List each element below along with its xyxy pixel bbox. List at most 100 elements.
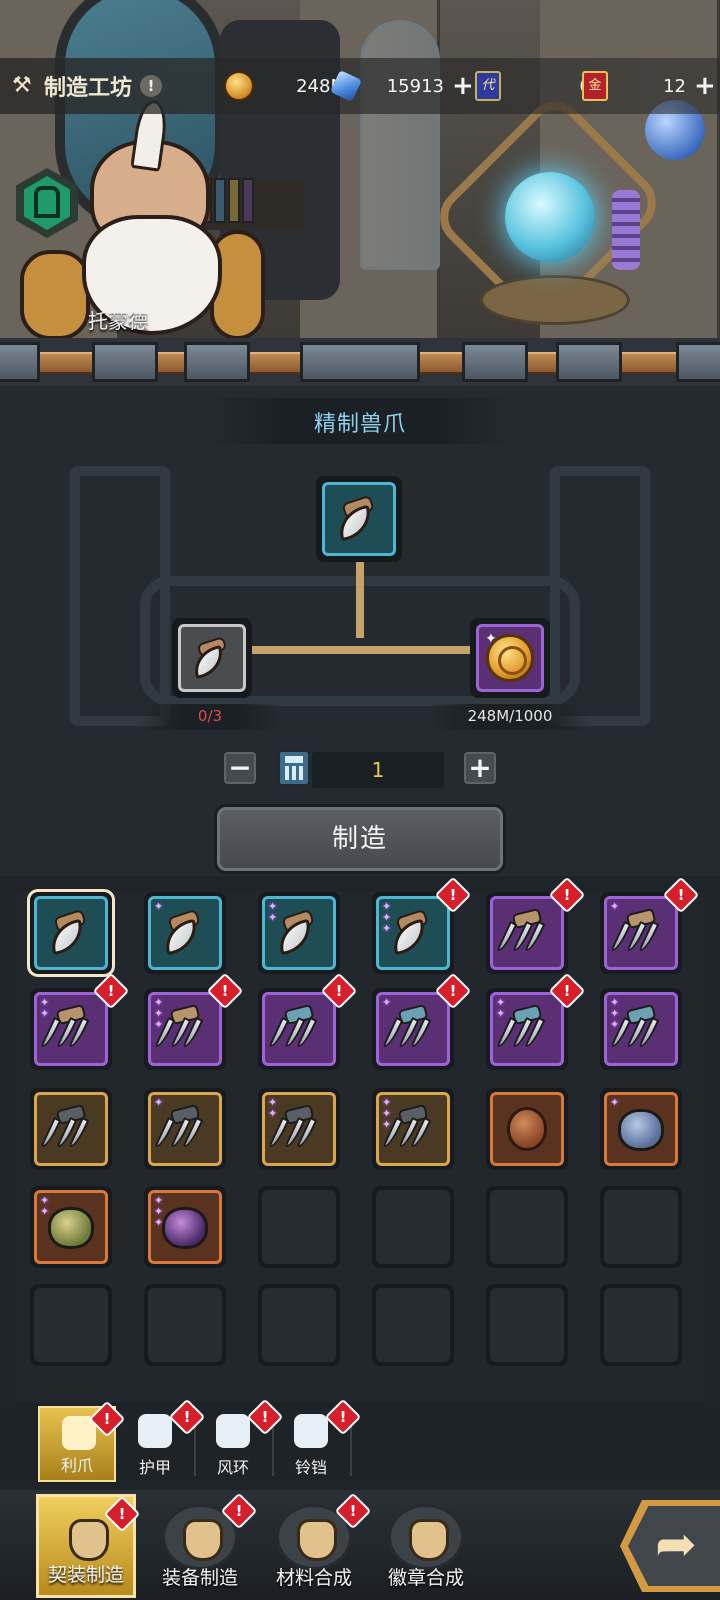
result-item-slot[interactable]: [316, 476, 402, 562]
tab-armor[interactable]: 护甲!: [116, 1398, 206, 1482]
tab-label: 风环: [216, 1458, 249, 1477]
item-slot[interactable]: ✦ ✦: [30, 1186, 112, 1268]
tab-bell[interactable]: 铃铛!: [272, 1398, 362, 1482]
npc-name: 托蒙德: [88, 309, 148, 333]
item-graphic: [161, 1206, 209, 1249]
star-rank: ✦ ✦: [268, 1097, 282, 1119]
triple-claw-icon: ✦: [376, 992, 450, 1066]
gold-count: 248M/1000: [467, 707, 553, 725]
item-slot[interactable]: [30, 1088, 112, 1170]
star-rank: ✦ ✦ ✦: [382, 1097, 396, 1130]
resource-bar: ⚒ 制造工坊 ! 248M 15913 + 代 0 金 12 +: [0, 58, 720, 114]
item-slot[interactable]: ✦!: [600, 876, 700, 974]
craft-button[interactable]: 制造: [214, 804, 506, 874]
ticket-icon: 代: [475, 71, 501, 101]
nav-helmet[interactable]: 装备制造!: [150, 1492, 258, 1598]
empty-slot-frame: [376, 1288, 450, 1362]
add-crystal-button[interactable]: +: [452, 73, 474, 99]
ring-icon: [216, 1414, 250, 1448]
star-icon: ✦: [154, 1216, 164, 1229]
red-card-icon: 金: [582, 71, 608, 101]
item-slot[interactable]: ✦ ✦ ✦!: [144, 972, 244, 1070]
beetle-claw-icon: [490, 1092, 564, 1166]
tab-label: 利爪: [60, 1456, 93, 1475]
tab-claw[interactable]: 利爪!: [38, 1400, 126, 1482]
nav-badge[interactable]: 徽章合成: [376, 1494, 476, 1598]
creature-claw-icon: ✦: [604, 1092, 678, 1166]
star-icon: ✦: [382, 922, 392, 935]
star-icon: ✦: [268, 1107, 278, 1120]
item-slot[interactable]: [486, 1088, 568, 1170]
item-slot[interactable]: ✦ ✦!: [486, 972, 586, 1070]
magic-orb: [505, 172, 595, 262]
claw-graphic: [335, 494, 384, 542]
tesla-coil: [612, 190, 640, 270]
triple-claw-icon: ✦ ✦: [262, 1092, 336, 1166]
star-icon: ✦: [382, 996, 392, 1009]
claw-icon: ✦ ✦ ✦: [376, 896, 450, 970]
ticket-value: 0: [501, 76, 591, 97]
empty-slot: [600, 1284, 682, 1366]
increase-quantity-button[interactable]: +: [464, 752, 496, 784]
item-slot[interactable]: ✦ ✦!: [30, 972, 130, 1070]
empty-slot: [486, 1284, 568, 1366]
empty-slot-frame: [262, 1190, 336, 1264]
forward-arrow-icon: ➦: [655, 1515, 697, 1573]
nav-paw[interactable]: 契装制造!: [36, 1494, 141, 1598]
creature-claw-icon: ✦ ✦: [34, 1190, 108, 1264]
item-slot[interactable]: ✦: [144, 1088, 226, 1170]
refined-claw-icon: [322, 482, 396, 556]
item-graphic: [617, 1108, 665, 1151]
coin-icon: [224, 71, 254, 101]
belt-cap: [676, 342, 720, 382]
exclamation-icon[interactable]: !: [140, 75, 163, 97]
quantity-input[interactable]: 1: [312, 752, 444, 788]
star-rank: ✦: [154, 1097, 168, 1108]
gold-cost-slot[interactable]: ✦: [470, 618, 550, 698]
empty-slot-frame: [376, 1190, 450, 1264]
nav-crystal-shard[interactable]: 材料合成!: [264, 1492, 372, 1598]
claw-graphic: [190, 635, 235, 679]
decrease-quantity-button[interactable]: −: [224, 752, 256, 784]
creature-claw-icon: ✦ ✦ ✦: [148, 1190, 222, 1264]
empty-slot: [258, 1284, 340, 1366]
star-rank: ✦ ✦: [496, 997, 510, 1019]
star-icon: ✦: [610, 900, 620, 913]
calculator-icon[interactable]: [278, 750, 310, 786]
star-rank: ✦ ✦ ✦: [154, 1195, 168, 1228]
crystal-value: 15913: [386, 75, 444, 97]
add-red-card-button[interactable]: +: [694, 73, 716, 99]
empty-slot: [258, 1186, 340, 1268]
sparkle-icon: ✦: [485, 631, 497, 647]
item-slot[interactable]: ✦ ✦ ✦: [600, 988, 682, 1070]
item-slot[interactable]: ✦ ✦ ✦!: [372, 876, 472, 974]
item-graphic: [610, 907, 666, 956]
ticket-resource: 代 0: [475, 70, 591, 102]
item-graphic: [496, 907, 552, 956]
nav-label: 材料合成: [275, 1567, 352, 1589]
crystal-resource: 15913 +: [330, 70, 474, 102]
tab-ring[interactable]: 风环!: [194, 1398, 284, 1482]
item-slot[interactable]: ✦: [600, 1088, 682, 1170]
empty-slot-frame: [490, 1190, 564, 1264]
recipe-connector: [356, 560, 364, 638]
item-slot[interactable]: !: [258, 972, 358, 1070]
belt-cap: [0, 342, 40, 382]
item-slot[interactable]: ✦ ✦ ✦: [144, 1186, 226, 1268]
item-slot[interactable]: [30, 892, 112, 974]
item-slot[interactable]: ✦ ✦ ✦: [372, 1088, 454, 1170]
ingredient-count: 0/3: [197, 707, 223, 725]
item-slot[interactable]: ✦: [144, 892, 226, 974]
star-icon: ✦: [40, 1205, 50, 1218]
empty-slot-frame: [148, 1288, 222, 1362]
ingredient-slot[interactable]: [172, 618, 252, 698]
star-rank: ✦: [154, 901, 168, 912]
star-icon: ✦: [610, 1096, 620, 1109]
item-slot[interactable]: !: [486, 876, 586, 974]
tab-label: 护甲: [138, 1458, 171, 1477]
item-slot[interactable]: ✦ ✦: [258, 892, 340, 974]
item-slot[interactable]: ✦ ✦: [258, 1088, 340, 1170]
item-grid: ✦ ✦ ✦ ✦ ✦ ✦!! ✦! ✦ ✦! ✦ ✦ ✦!! ✦! ✦ ✦! ✦ ✦ ✦ ✦ ✦ ✦ ✦ ✦ ✦ ✦ ✦ ✦ ✦ ✦ ✦: [16, 876, 704, 1402]
armor-icon: [138, 1414, 172, 1448]
item-slot[interactable]: ✦!: [372, 972, 472, 1070]
